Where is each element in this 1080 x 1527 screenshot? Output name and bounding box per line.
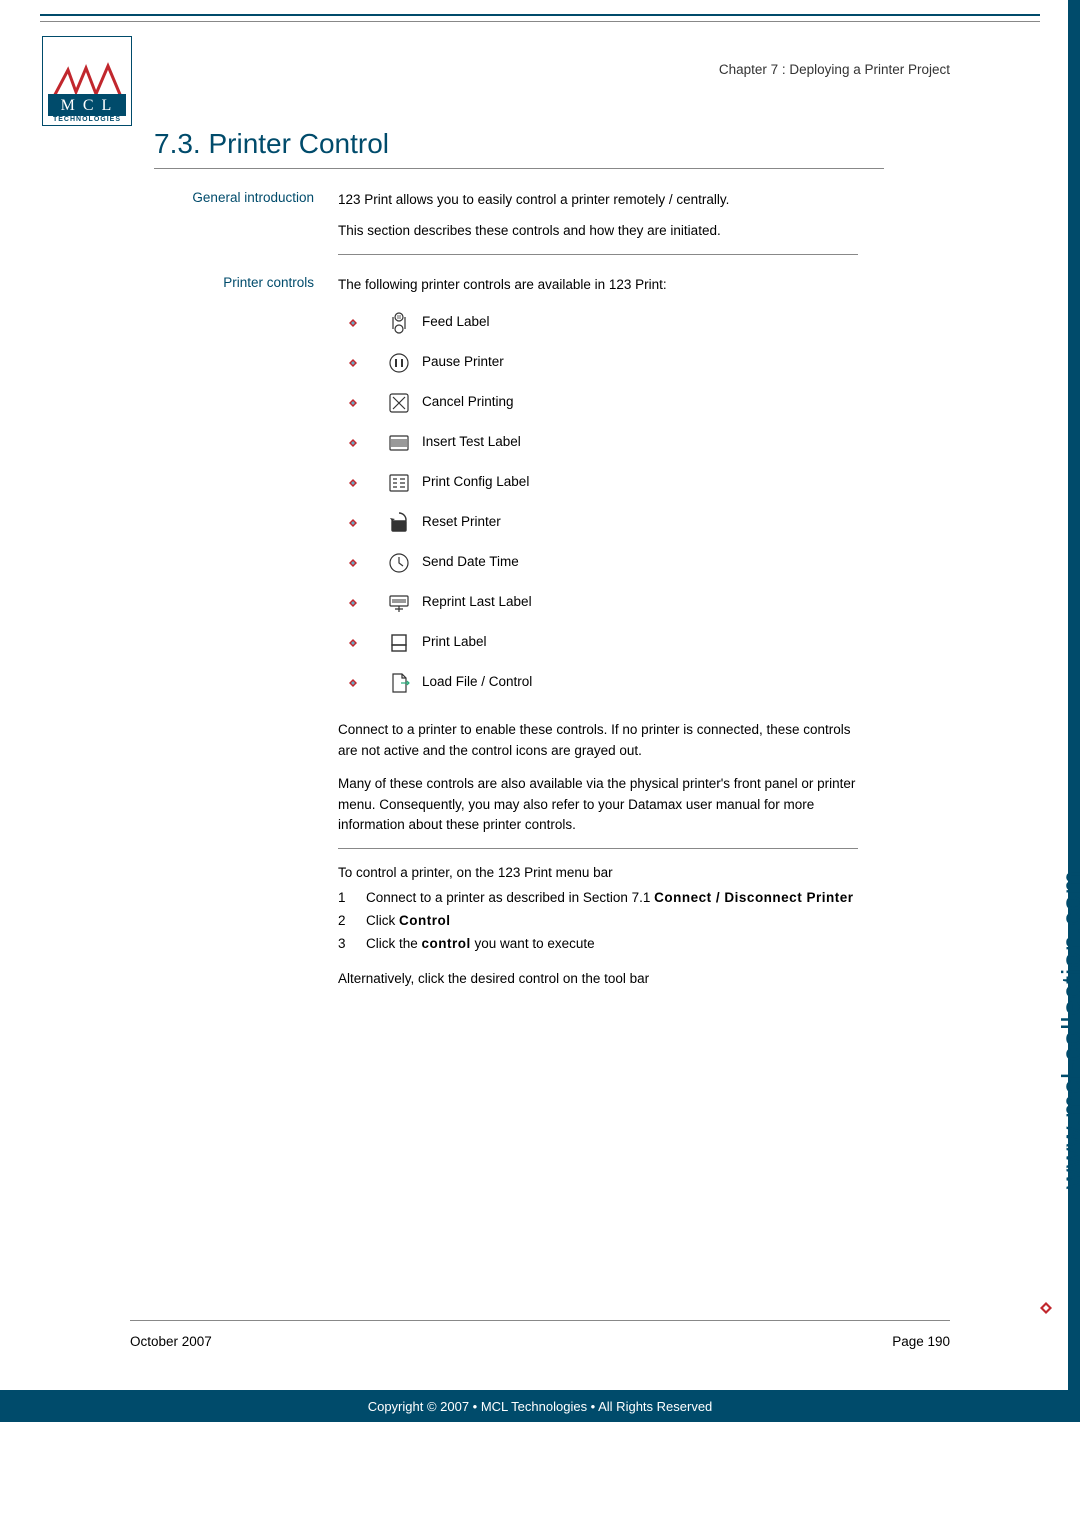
control-label: Pause Printer bbox=[422, 352, 504, 373]
control-item: Send Date Time bbox=[348, 550, 858, 576]
section-name: Printer Control bbox=[208, 128, 389, 159]
steps-lead: To control a printer, on the 123 Print m… bbox=[338, 863, 858, 884]
diamond-bullet-icon bbox=[348, 518, 358, 528]
step-number: 2 bbox=[338, 911, 366, 932]
side-bullet-icon bbox=[1038, 1300, 1054, 1316]
footer-date: October 2007 bbox=[130, 1334, 212, 1349]
control-label: Send Date Time bbox=[422, 552, 519, 573]
cancel-printing-icon bbox=[386, 390, 412, 416]
control-label: Reprint Last Label bbox=[422, 592, 532, 613]
intro-label: General introduction bbox=[174, 190, 338, 269]
control-label: Load File / Control bbox=[422, 672, 532, 693]
step-bold: control bbox=[422, 936, 471, 951]
controls-lead: The following printer controls are avail… bbox=[338, 275, 858, 296]
controls-note1: Connect to a printer to enable these con… bbox=[338, 720, 858, 762]
load-file-icon bbox=[386, 670, 412, 696]
reprint-label-icon bbox=[386, 590, 412, 616]
top-rule bbox=[40, 14, 1040, 22]
control-label: Feed Label bbox=[422, 312, 490, 333]
controls-note2: Many of these controls are also availabl… bbox=[338, 774, 858, 837]
control-item: Insert Test Label bbox=[348, 430, 858, 456]
separator bbox=[338, 848, 858, 849]
controls-label: Printer controls bbox=[174, 275, 338, 990]
feed-label-icon bbox=[386, 310, 412, 336]
control-item: Reprint Last Label bbox=[348, 590, 858, 616]
section-rule bbox=[154, 168, 884, 169]
step-text: Click the control you want to execute bbox=[366, 934, 858, 955]
diamond-bullet-icon bbox=[348, 318, 358, 328]
control-label: Reset Printer bbox=[422, 512, 501, 533]
section-title: 7.3. Printer Control bbox=[154, 128, 389, 160]
pause-printer-icon bbox=[386, 350, 412, 376]
control-item: Load File / Control bbox=[348, 670, 858, 696]
send-datetime-icon bbox=[386, 550, 412, 576]
step-bold: Connect / Disconnect Printer bbox=[654, 890, 853, 905]
print-label-icon bbox=[386, 630, 412, 656]
control-label: Insert Test Label bbox=[422, 432, 521, 453]
section-number: 7.3. bbox=[154, 128, 201, 159]
step-bold: Control bbox=[399, 913, 451, 928]
copyright-text: Copyright © 2007 • MCL Technologies • Al… bbox=[368, 1399, 713, 1414]
control-item: Cancel Printing bbox=[348, 390, 858, 416]
step-item: 3Click the control you want to execute bbox=[338, 934, 858, 955]
control-label: Cancel Printing bbox=[422, 392, 514, 413]
diamond-bullet-icon bbox=[348, 558, 358, 568]
step-text: Click Control bbox=[366, 911, 858, 932]
copyright-bar: Copyright © 2007 • MCL Technologies • Al… bbox=[0, 1390, 1080, 1422]
footer-page: Page 190 bbox=[892, 1334, 950, 1349]
diamond-bullet-icon bbox=[348, 478, 358, 488]
control-label: Print Config Label bbox=[422, 472, 529, 493]
control-item: Reset Printer bbox=[348, 510, 858, 536]
control-item: Feed Label bbox=[348, 310, 858, 336]
separator bbox=[338, 254, 858, 255]
print-config-icon bbox=[386, 470, 412, 496]
side-url: www.mcl-collection.com bbox=[1056, 870, 1080, 1189]
chapter-header: Chapter 7 : Deploying a Printer Project bbox=[719, 62, 950, 77]
steps-alt: Alternatively, click the desired control… bbox=[338, 969, 858, 990]
control-item: Print Config Label bbox=[348, 470, 858, 496]
step-number: 3 bbox=[338, 934, 366, 955]
step-text: Connect to a printer as described in Sec… bbox=[366, 888, 858, 909]
logo-subtext: TECHNOLOGIES bbox=[53, 116, 121, 123]
mcl-logo: M C L TECHNOLOGIES bbox=[42, 36, 132, 126]
svg-text:M C L: M C L bbox=[61, 97, 114, 114]
step-number: 1 bbox=[338, 888, 366, 909]
control-item: Print Label bbox=[348, 630, 858, 656]
control-item: Pause Printer bbox=[348, 350, 858, 376]
diamond-bullet-icon bbox=[348, 638, 358, 648]
diamond-bullet-icon bbox=[348, 358, 358, 368]
step-item: 2Click Control bbox=[338, 911, 858, 932]
intro-p1: 123 Print allows you to easily control a… bbox=[338, 190, 858, 211]
intro-p2: This section describes these controls an… bbox=[338, 221, 858, 242]
insert-test-label-icon bbox=[386, 430, 412, 456]
footer-rule bbox=[130, 1320, 950, 1321]
reset-printer-icon bbox=[386, 510, 412, 536]
diamond-bullet-icon bbox=[348, 678, 358, 688]
diamond-bullet-icon bbox=[348, 598, 358, 608]
diamond-bullet-icon bbox=[348, 438, 358, 448]
step-item: 1Connect to a printer as described in Se… bbox=[338, 888, 858, 909]
diamond-bullet-icon bbox=[348, 398, 358, 408]
control-label: Print Label bbox=[422, 632, 487, 653]
